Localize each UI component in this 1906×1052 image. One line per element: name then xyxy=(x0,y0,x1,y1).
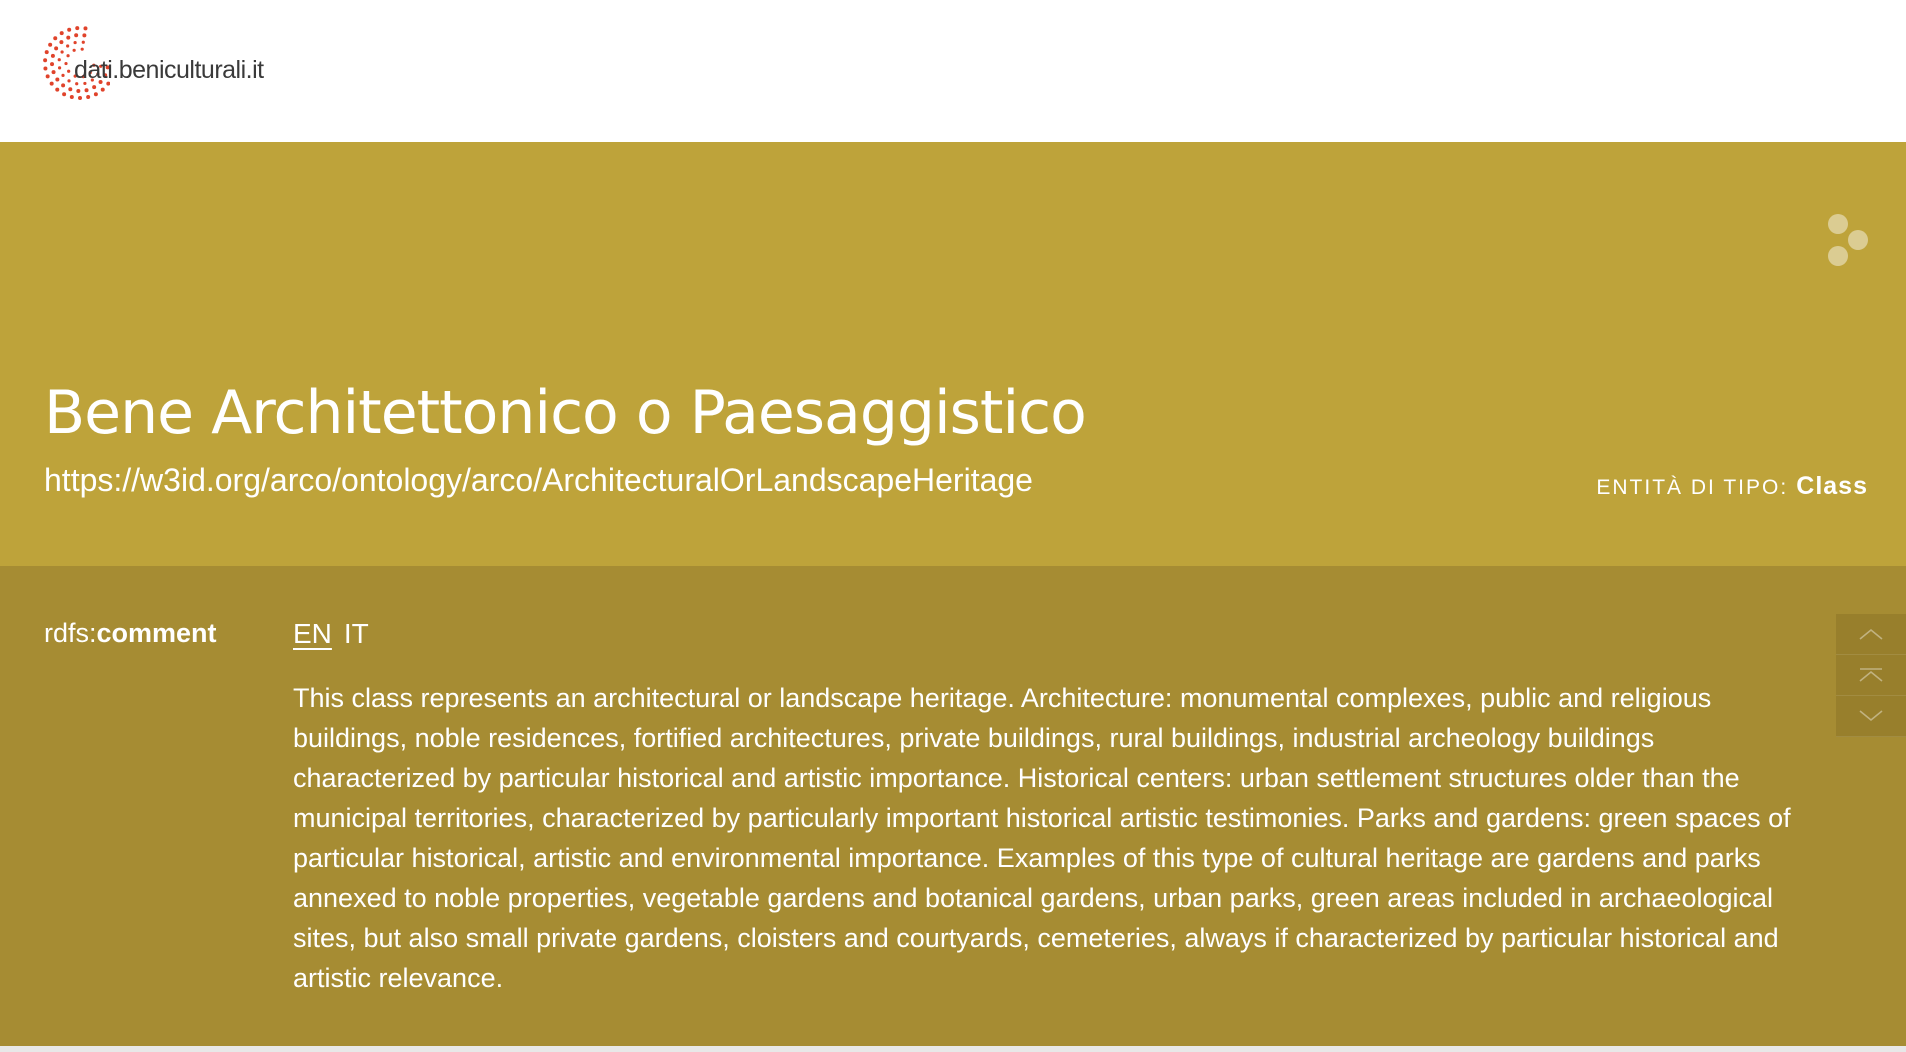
chevron-up-icon xyxy=(1859,628,1883,640)
entity-type: ENTITÀ DI TIPO: Class xyxy=(1596,472,1868,501)
tab-language-en[interactable]: EN xyxy=(293,618,332,650)
property-local-name: comment xyxy=(96,618,217,648)
entity-uri-link[interactable]: https://w3id.org/arco/ontology/arco/Arch… xyxy=(44,462,1033,499)
hero-banner: Bene Architettonico o Paesaggistico http… xyxy=(0,142,1906,566)
entity-type-label: ENTITÀ DI TIPO: xyxy=(1596,476,1789,499)
tab-language-it[interactable]: IT xyxy=(344,618,369,650)
language-tabs: EN IT xyxy=(293,618,369,650)
footer-divider xyxy=(0,1046,1906,1052)
property-name[interactable]: rdfs:comment xyxy=(44,618,217,649)
share-dots-icon[interactable] xyxy=(1826,212,1870,268)
scroll-up-button[interactable] xyxy=(1836,614,1906,655)
property-prefix: rdfs: xyxy=(44,618,97,648)
logo-text: dati.beniculturali.it xyxy=(74,56,264,84)
scroll-down-button[interactable] xyxy=(1836,696,1906,737)
entity-type-value[interactable]: Class xyxy=(1796,472,1868,500)
site-logo[interactable]: dati.beniculturali.it xyxy=(40,18,320,108)
scroll-navigation xyxy=(1836,614,1906,738)
chevron-down-icon xyxy=(1859,710,1883,722)
property-value-text: This class represents an architectural o… xyxy=(293,683,1791,993)
site-header: dati.beniculturali.it xyxy=(0,0,1906,142)
page-title: Bene Architettonico o Paesaggistico xyxy=(44,378,1087,448)
property-section: rdfs:comment EN IT This class represents… xyxy=(0,566,1906,1046)
scroll-top-icon xyxy=(1859,668,1883,682)
scroll-top-button[interactable] xyxy=(1836,655,1906,696)
page: dati.beniculturali.it Bene Architettonic… xyxy=(0,0,1906,1052)
